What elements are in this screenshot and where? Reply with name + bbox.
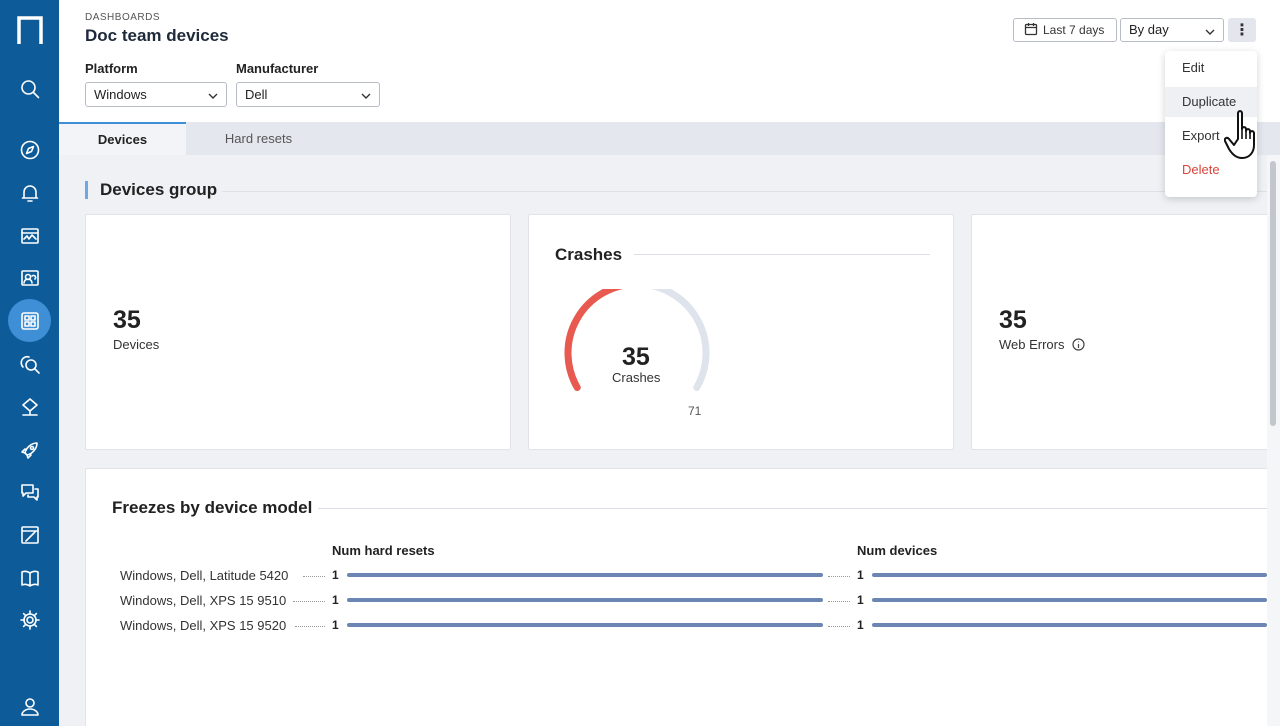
row-value: 1 [857, 618, 864, 632]
leader-dots [828, 601, 850, 602]
platform-label: Platform [85, 61, 138, 76]
row-label: Windows, Dell, XPS 15 9510 [120, 593, 287, 608]
chevron-down-icon [208, 89, 218, 99]
user-icon[interactable] [8, 684, 51, 726]
more-options-button[interactable]: ⋮ [1228, 18, 1256, 42]
info-icon[interactable] [1072, 338, 1085, 351]
leader-dots [828, 576, 850, 577]
web-errors-label: Web Errors [999, 337, 1065, 352]
tab-bar: Devices Hard resets [59, 122, 1280, 155]
hand-cursor-icon [1224, 110, 1255, 159]
col-header-devices: Num devices [857, 543, 938, 558]
chat-icon[interactable] [8, 470, 51, 513]
menu-item-edit[interactable]: Edit [1165, 53, 1257, 83]
search-icon[interactable] [8, 67, 51, 110]
manufacturer-label: Manufacturer [236, 61, 319, 76]
bar-hard-resets[interactable] [347, 623, 823, 627]
divider [222, 191, 1267, 192]
freezes-title: Freezes by device model [112, 498, 313, 517]
hierarchy-icon[interactable] [8, 385, 51, 428]
crashes-title: Crashes [555, 245, 623, 264]
date-range-label: Last 7 days [1043, 23, 1105, 37]
bar-devices[interactable] [872, 598, 1267, 602]
leader-dots [828, 626, 850, 627]
users-icon[interactable] [8, 257, 51, 300]
platform-select[interactable]: Windows [85, 82, 227, 107]
web-errors-count: 35 [999, 306, 1027, 334]
granularity-value: By day [1129, 22, 1169, 37]
row-label: Windows, Dell, XPS 15 9520 [120, 618, 287, 633]
calendar-icon [1024, 22, 1038, 39]
crashes-card[interactable]: Crashes 35 Crashes 71 [528, 214, 954, 450]
row-value: 1 [857, 593, 864, 607]
bar-devices[interactable] [872, 573, 1267, 577]
edit-icon[interactable] [8, 513, 51, 556]
devices-count: 35 [113, 306, 141, 334]
web-errors-label-wrap: Web Errors [999, 337, 1085, 352]
section-title: Devices group [85, 181, 217, 199]
divider [318, 508, 1268, 509]
breadcrumb[interactable]: DASHBOARDS [85, 12, 160, 23]
chevron-down-icon [1205, 25, 1215, 35]
activity-icon[interactable] [8, 214, 51, 257]
scrollbar[interactable] [1267, 155, 1280, 726]
row-value: 1 [857, 568, 864, 582]
tab-hard-resets[interactable]: Hard resets [186, 122, 331, 155]
dashboard-icon[interactable] [8, 299, 51, 342]
gauge-max: 71 [688, 404, 702, 418]
logo-icon[interactable] [16, 14, 44, 46]
row-value: 1 [332, 593, 339, 607]
leader-dots [303, 576, 325, 577]
gear-icon[interactable] [8, 598, 51, 641]
page-title: Doc team devices [85, 26, 229, 45]
platform-select-value: Windows [94, 87, 147, 102]
date-range-button[interactable]: Last 7 days [1013, 18, 1117, 42]
row-value: 1 [332, 618, 339, 632]
manufacturer-select[interactable]: Dell [236, 82, 380, 107]
scrollbar-thumb[interactable] [1270, 161, 1276, 426]
divider [634, 254, 930, 255]
crashes-count-label: Crashes [612, 370, 661, 385]
bar-hard-resets[interactable] [347, 573, 823, 577]
devices-card[interactable]: 35 Devices [85, 214, 511, 450]
crashes-count: 35 [622, 343, 650, 371]
compass-icon[interactable] [8, 128, 51, 171]
granularity-select[interactable]: By day [1120, 18, 1224, 42]
bar-hard-resets[interactable] [347, 598, 823, 602]
manufacturer-select-value: Dell [245, 87, 268, 102]
book-icon[interactable] [8, 556, 51, 599]
search-users-icon[interactable] [8, 342, 51, 385]
row-value: 1 [332, 568, 339, 582]
row-label: Windows, Dell, Latitude 5420 [120, 568, 289, 583]
leader-dots [295, 626, 325, 627]
rocket-icon[interactable] [8, 428, 51, 471]
devices-count-label: Devices [113, 337, 160, 352]
leader-dots [293, 601, 325, 602]
col-header-hard-resets: Num hard resets [332, 543, 435, 558]
tab-devices[interactable]: Devices [59, 122, 186, 155]
sidebar [0, 0, 59, 726]
bar-devices[interactable] [872, 623, 1267, 627]
header: DASHBOARDS Doc team devices Platform Win… [59, 0, 1280, 122]
chevron-down-icon [361, 89, 371, 99]
bell-icon[interactable] [8, 171, 51, 214]
web-errors-card[interactable]: 35 Web Errors [971, 214, 1271, 450]
